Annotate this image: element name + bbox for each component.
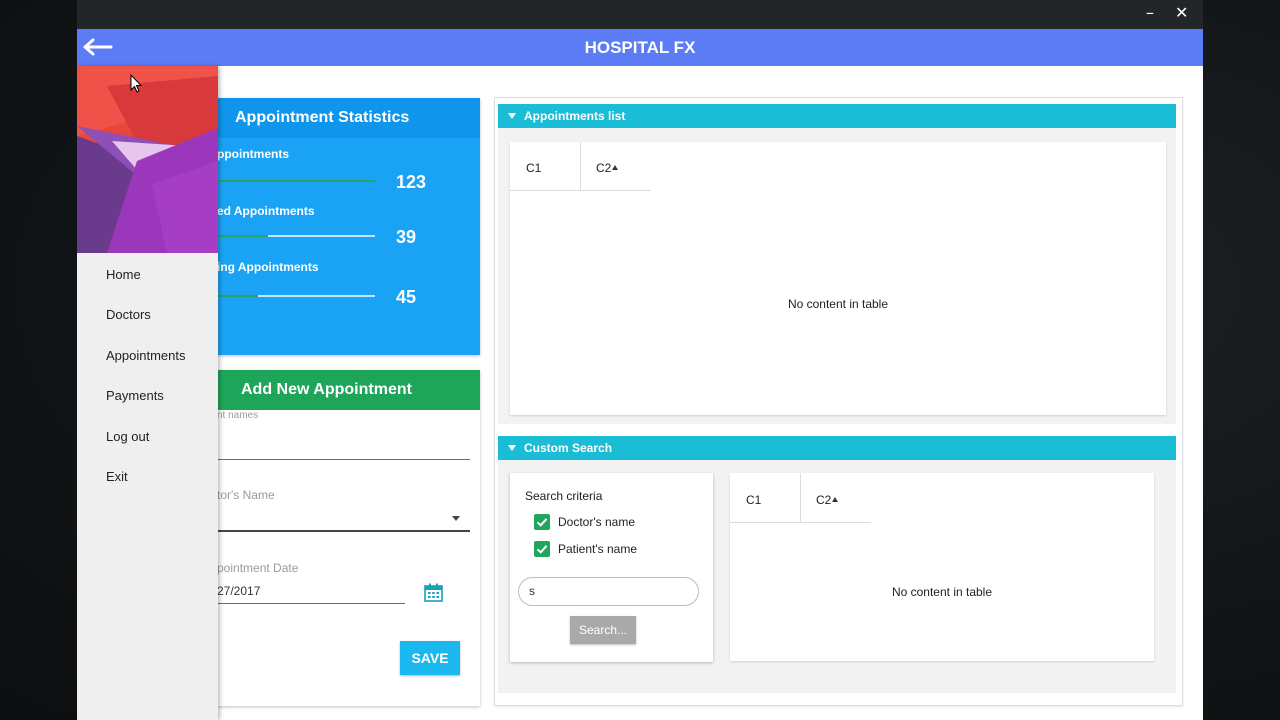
nav-item-payments[interactable]: Payments xyxy=(106,388,164,403)
nav-item-appointments[interactable]: Appointments xyxy=(106,348,186,363)
window-titlebar: – ✕ xyxy=(77,0,1203,29)
custom-search-header[interactable]: Custom Search xyxy=(498,436,1176,460)
column-header-c1[interactable]: C1 xyxy=(526,161,541,175)
header-underline xyxy=(510,190,651,191)
appointment-statistics-card: Appointment Statistics ppointments 123 e… xyxy=(177,98,480,355)
column-separator xyxy=(580,142,581,190)
appointments-table[interactable]: C1 C2 No content in table xyxy=(510,142,1166,415)
app-window: – ✕ HOSPITAL FX Appointment Statistics p… xyxy=(77,0,1203,720)
custom-search-title: Custom Search xyxy=(524,441,613,455)
doctor-name-select[interactable] xyxy=(217,530,470,532)
nav-item-exit[interactable]: Exit xyxy=(106,469,128,484)
column-header-c2-label: C2 xyxy=(596,161,612,175)
stat-value-completed: 39 xyxy=(396,227,417,247)
sort-ascending-icon xyxy=(612,165,619,170)
patient-name-checkbox[interactable]: Patient's name xyxy=(534,541,694,559)
close-button[interactable]: ✕ xyxy=(1175,3,1188,23)
nav-item-log-out[interactable]: Log out xyxy=(106,429,149,444)
search-input[interactable]: s xyxy=(518,577,699,606)
column-separator xyxy=(800,473,801,522)
appointments-list-title: Appointments list xyxy=(524,109,626,123)
custom-search-body: Search criteria Doctor's name Patient's … xyxy=(498,460,1176,693)
empty-table-message: No content in table xyxy=(787,297,889,311)
stat-fill-total xyxy=(217,180,375,182)
search-criteria-title: Search criteria xyxy=(525,489,603,503)
checkbox-checked-icon xyxy=(534,514,550,530)
sort-ascending-icon xyxy=(832,497,839,502)
doctor-name-label: tor's Name xyxy=(217,488,275,502)
mouse-cursor-icon xyxy=(130,74,143,93)
doctor-name-checkbox-label: Doctor's name xyxy=(558,515,635,529)
patient-name-field[interactable] xyxy=(217,459,470,460)
stat-bar-pending xyxy=(217,295,375,297)
app-bar: HOSPITAL FX xyxy=(77,29,1203,66)
search-button[interactable]: Search... xyxy=(570,616,636,644)
stat-label-total: ppointments xyxy=(217,147,289,161)
header-underline xyxy=(730,522,871,523)
checkbox-checked-icon xyxy=(534,541,550,557)
column-header-c2[interactable]: C2 xyxy=(596,161,619,175)
appointment-date-field[interactable] xyxy=(217,603,405,604)
search-results-table[interactable]: C1 C2 No content in table xyxy=(730,473,1154,661)
navigation-drawer: Home Doctors Appointments Payments Log o… xyxy=(77,66,218,720)
column-header-c2[interactable]: C2 xyxy=(816,493,839,507)
appointments-list-header[interactable]: Appointments list xyxy=(498,104,1176,128)
add-appointment-card: Add New Appointment nt names tor's Name … xyxy=(177,370,480,706)
drawer-header-image xyxy=(77,66,218,253)
stat-bar-total xyxy=(217,180,375,182)
save-button[interactable]: SAVE xyxy=(400,641,460,675)
add-appointment-title: Add New Appointment xyxy=(177,370,480,410)
stat-fill-pending xyxy=(217,295,259,297)
appointments-list-body: C1 C2 No content in table xyxy=(498,128,1176,424)
triangle-down-icon xyxy=(508,445,516,451)
calendar-icon[interactable] xyxy=(424,583,443,602)
patient-name-checkbox-label: Patient's name xyxy=(558,542,638,556)
nav-item-doctors[interactable]: Doctors xyxy=(106,307,151,322)
stat-fill-completed xyxy=(217,235,268,237)
stat-bar-completed xyxy=(217,235,375,237)
stat-label-completed: ed Appointments xyxy=(217,204,315,218)
triangle-down-icon xyxy=(508,113,516,119)
stat-value-total: 123 xyxy=(396,172,427,192)
stat-value-pending: 45 xyxy=(396,287,417,307)
stat-label-pending: ing Appointments xyxy=(217,260,319,274)
patient-name-label: nt names xyxy=(217,410,259,421)
chevron-down-icon[interactable] xyxy=(452,516,460,521)
app-title: HOSPITAL FX xyxy=(584,38,696,57)
appointment-date-label: pointment Date xyxy=(217,561,299,575)
empty-table-message: No content in table xyxy=(891,585,993,599)
appointment-date-value[interactable]: 27/2017 xyxy=(217,584,260,598)
column-header-c1[interactable]: C1 xyxy=(746,493,761,507)
doctor-name-checkbox[interactable]: Doctor's name xyxy=(534,514,694,532)
statistics-title: Appointment Statistics xyxy=(177,98,480,138)
minimize-button[interactable]: – xyxy=(1146,3,1154,23)
column-header-c2-label: C2 xyxy=(816,493,832,507)
search-criteria-box: Search criteria Doctor's name Patient's … xyxy=(510,473,713,662)
right-panel: Appointments list C1 C2 No content in ta… xyxy=(494,97,1183,706)
nav-item-home[interactable]: Home xyxy=(106,267,141,282)
